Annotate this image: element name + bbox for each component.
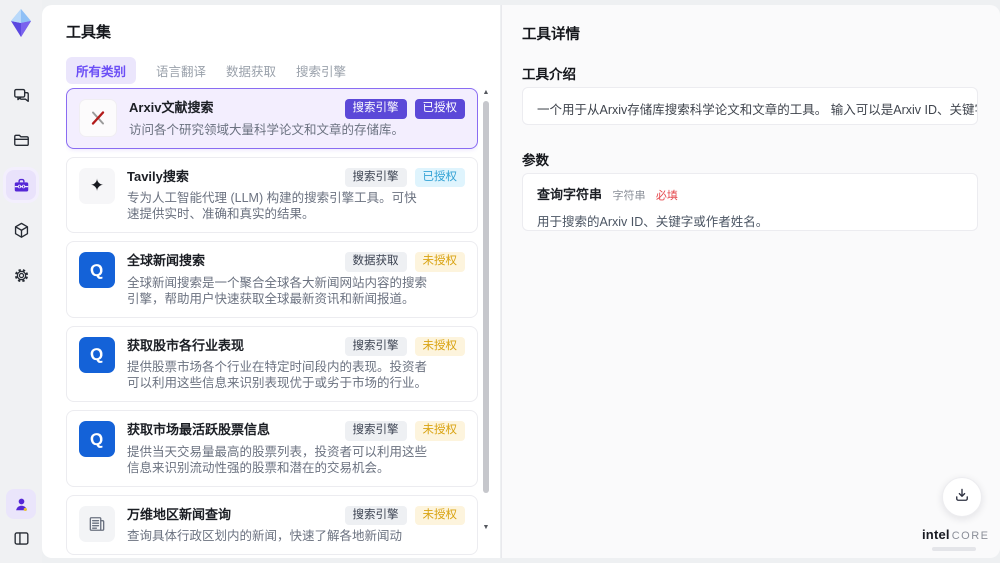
- list-scrollbar: ▲ ▼: [482, 89, 490, 532]
- toolbox-icon: [12, 176, 31, 195]
- app-root: 工具集 所有类别 语言翻译 数据获取 搜索引擎 Arxiv文献搜索 搜索引擎 已授权 访问各…: [0, 0, 1000, 563]
- download-button[interactable]: [942, 477, 982, 517]
- tools-list-panel: 工具集 所有类别 语言翻译 数据获取 搜索引擎 Arxiv文献搜索 搜索引擎 已授权 访问各…: [42, 5, 500, 558]
- parameter-head: 查询字符串 字符串 必填: [537, 184, 963, 204]
- news-q-icon: Q: [79, 336, 115, 373]
- left-sidebar: [0, 0, 42, 563]
- category-badge: 数据获取: [344, 252, 407, 272]
- intel-brand-text: intel: [922, 527, 950, 542]
- app-logo-icon: [7, 8, 35, 38]
- panel-toggle-icon: [12, 529, 31, 548]
- category-tabs: 所有类别 语言翻译 数据获取 搜索引擎: [66, 57, 346, 84]
- tavily-star-icon: ✦: [79, 167, 115, 204]
- tool-description: 提供股票市场各个行业在特定时间段内的表现。投资者可以利用这些信息来识别表现优于或…: [127, 360, 428, 390]
- parameter-description: 用于搜索的Arxiv ID、关键字或作者姓名。: [537, 215, 769, 229]
- tool-name: Tavily搜索: [127, 168, 189, 184]
- tool-list: Arxiv文献搜索 搜索引擎 已授权 访问各个研究领域大量科学论文和文章的存储库。 ✦ T…: [66, 88, 478, 558]
- news-q-icon: Q: [79, 421, 115, 457]
- auth-status-badge: 未授权: [414, 252, 465, 272]
- tool-card[interactable]: Q 获取市场最活跃股票信息 搜索引擎 未授权提供当天交易量最高的股票列表，投资者可以利…: [66, 410, 478, 487]
- tool-description: 全球新闻搜索是一个聚合全球各大新闻网站内容的搜索引擎，帮助用户快速获取全球最新资…: [127, 275, 428, 306]
- tool-name: 全球新闻搜索: [127, 253, 206, 268]
- detail-title: 工具详情: [522, 27, 580, 43]
- tool-name: 万维地区新闻查询: [127, 506, 232, 522]
- sidebar-nav: [0, 80, 42, 290]
- tool-description: 访问各个研究领域大量科学论文和文章的存储库。: [129, 122, 405, 137]
- params-heading: 参数: [522, 153, 549, 168]
- tool-name: 获取股市各行业表现: [127, 337, 245, 353]
- user-icon: [12, 495, 31, 514]
- tool-card[interactable]: Q 全球新闻搜索 数据获取 未授权全球新闻搜索是一个聚合全球各大新闻网站内容的搜索引擎…: [66, 241, 478, 318]
- category-tab[interactable]: 搜索引擎: [296, 57, 346, 84]
- sidebar-bottom: [0, 489, 42, 553]
- sidebar-item-settings[interactable]: [6, 260, 36, 290]
- tool-description: 查询具体行政区划内的新闻，快速了解各地新闻动: [127, 529, 403, 543]
- category-tab[interactable]: 语言翻译: [156, 57, 206, 84]
- scrollbar-thumb[interactable]: [483, 101, 489, 493]
- tool-card[interactable]: Arxiv文献搜索 搜索引擎 已授权 访问各个研究领域大量科学论文和文章的存储库。: [66, 88, 478, 149]
- sidebar-item-collapse[interactable]: [6, 523, 36, 553]
- cube-icon: [12, 221, 31, 240]
- tool-detail-panel: 工具详情 工具介绍 一个用于从Arxiv存储库搜索科学论文和文章的工具。 输入可…: [501, 5, 1000, 558]
- tool-description: 提供当天交易量最高的股票列表，投资者可以利用这些信息来识别流动性强的股票和潜在的…: [127, 444, 428, 475]
- tool-intro-text: 一个用于从Arxiv存储库搜索科学论文和文章的工具。 输入可以是Arxiv ID…: [522, 87, 978, 125]
- intel-sub-mark: [932, 547, 976, 551]
- category-tab[interactable]: 所有类别: [66, 57, 137, 84]
- sidebar-item-account[interactable]: [6, 489, 36, 519]
- scroll-down-icon[interactable]: ▼: [482, 524, 490, 532]
- intro-heading: 工具介绍: [522, 67, 576, 82]
- category-badge: 搜索引擎: [344, 336, 407, 356]
- arxiv-logo-icon: [79, 99, 117, 137]
- page-title: 工具集: [66, 24, 112, 41]
- chat-icon: [12, 86, 31, 105]
- sidebar-item-tools[interactable]: [6, 170, 36, 200]
- category-badge: 搜索引擎: [344, 505, 407, 525]
- tool-card[interactable]: Q 获取股市各行业表现 搜索引擎 未授权提供股票市场各个行业在特定时间段内的表现。投资…: [66, 325, 478, 402]
- parameter-required-badge: 必填: [655, 190, 678, 202]
- tool-card[interactable]: ✦ Tavily搜索 搜索引擎 已授权专为人工智能代理 (LLM) 构建的搜索引擎工具…: [66, 156, 478, 233]
- auth-status-badge: 未授权: [414, 421, 465, 441]
- auth-status-badge: 已授权: [414, 99, 465, 119]
- parameter-type: 字符串: [612, 190, 646, 202]
- category-badge: 搜索引擎: [344, 421, 407, 441]
- category-badge: 搜索引擎: [344, 167, 407, 187]
- sidebar-item-plugins[interactable]: [6, 215, 36, 245]
- scroll-up-icon[interactable]: ▲: [482, 89, 490, 97]
- download-icon: [953, 486, 971, 509]
- auth-status-badge: 未授权: [414, 505, 465, 525]
- category-tab[interactable]: 数据获取: [226, 57, 276, 84]
- parameter-name: 查询字符串: [537, 187, 603, 202]
- sidebar-item-files[interactable]: [6, 125, 36, 155]
- auth-status-badge: 未授权: [414, 336, 465, 356]
- news-q-icon: Q: [79, 252, 115, 288]
- folder-icon: [12, 131, 31, 150]
- category-badge: 搜索引擎: [344, 99, 407, 119]
- tool-name: Arxiv文献搜索: [129, 100, 214, 115]
- core-brand-text: CORE: [951, 530, 990, 542]
- parameter-card: 查询字符串 字符串 必填 用于搜索的Arxiv ID、关键字或作者姓名。: [522, 173, 978, 231]
- tool-card[interactable]: 万维地区新闻查询 搜索引擎 未授权 查询具体行政区划内的新闻，快速了解各地新闻动: [66, 494, 478, 555]
- tool-description: 专为人工智能代理 (LLM) 构建的搜索引擎工具。可快速提供实时、准确和真实的结…: [127, 191, 417, 221]
- tool-name: 获取市场最活跃股票信息: [127, 422, 271, 437]
- newspaper-icon: [79, 505, 115, 542]
- intel-core-logo: intel CORE: [922, 526, 988, 551]
- sidebar-item-chat[interactable]: [6, 80, 36, 110]
- auth-status-badge: 已授权: [414, 167, 465, 187]
- gear-icon: [12, 266, 31, 285]
